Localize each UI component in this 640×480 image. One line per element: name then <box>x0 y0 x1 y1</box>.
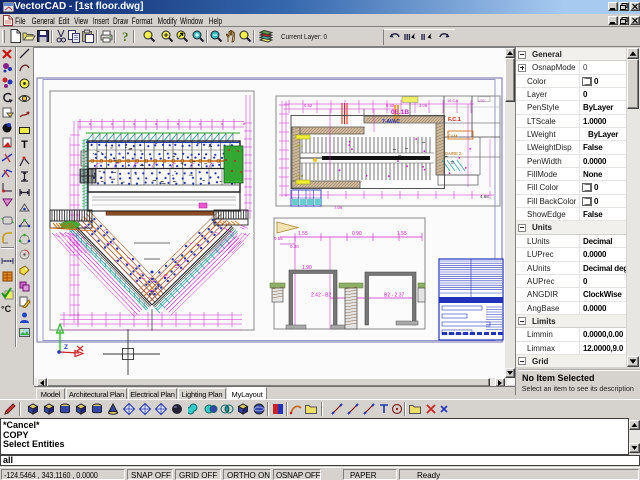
svg-text:B2 - 2.37: B2 - 2.37 <box>384 293 405 299</box>
svg-text:7-AVAC: 7-AVAC <box>382 119 400 125</box>
svg-text:0.55: 0.55 <box>274 236 283 241</box>
svg-text:0 90: 0 90 <box>352 231 362 237</box>
svg-text:CAM: CAM <box>448 134 458 139</box>
svg-text:V1d: V1d <box>296 173 303 178</box>
svg-text:7.06: 7.06 <box>334 205 343 210</box>
svg-text:1.52: 1.52 <box>477 98 486 103</box>
svg-text:1.55: 1.55 <box>298 231 308 237</box>
svg-text:0.30: 0.30 <box>290 244 299 249</box>
svg-text:2.42 - B2: 2.42 - B2 <box>311 293 332 299</box>
svg-text:V14: V14 <box>296 143 304 148</box>
svg-text:16.CA: 16.CA <box>447 98 458 103</box>
svg-text:Z: Z <box>64 344 68 351</box>
svg-text:1.55: 1.55 <box>397 231 407 237</box>
svg-text:F.C.1: F.C.1 <box>448 117 461 123</box>
svg-text:0E.1B: 0E.1B <box>391 109 409 116</box>
svg-text:0.80: 0.80 <box>386 103 395 108</box>
svg-text:3.06: 3.06 <box>419 103 428 108</box>
svg-text:DAIRE 2: DAIRE 2 <box>445 151 462 156</box>
svg-text:0.62: 0.62 <box>304 103 313 108</box>
svg-text:4.88: 4.88 <box>480 194 489 199</box>
